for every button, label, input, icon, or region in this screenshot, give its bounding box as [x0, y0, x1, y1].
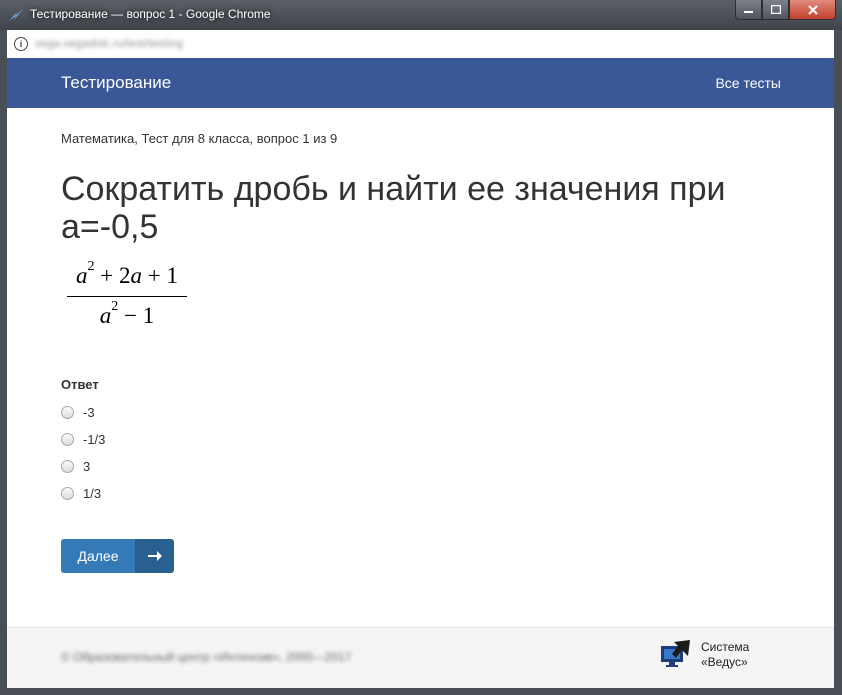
url-text[interactable]: vega.vegadisk.ru/test/testing — [35, 38, 183, 50]
answer-option[interactable]: -3 — [61, 403, 95, 421]
close-button[interactable] — [789, 0, 836, 20]
app-icon — [9, 9, 23, 21]
fraction-denominator: a2 − 1 — [99, 299, 155, 328]
maximize-button[interactable] — [762, 0, 789, 20]
breadcrumb: Математика, Тест для 8 класса, вопрос 1 … — [61, 131, 338, 146]
option-label: 1/3 — [83, 485, 102, 501]
option-label: -1/3 — [83, 431, 106, 447]
answer-label: Ответ — [61, 377, 99, 392]
arrow-right-icon — [135, 539, 174, 573]
address-bar[interactable]: i vega.vegadisk.ru/test/testing — [7, 30, 834, 59]
logo-line-2: «Ведус» — [701, 655, 748, 669]
radio-button[interactable] — [61, 486, 74, 500]
minimize-icon — [744, 11, 753, 13]
fraction-bar — [67, 296, 187, 297]
option-label: -3 — [83, 404, 95, 420]
close-icon — [807, 4, 818, 15]
fraction-numerator: a2 + 2a + 1 — [76, 259, 178, 288]
answer-option[interactable]: -1/3 — [61, 430, 105, 448]
radio-button[interactable] — [61, 459, 74, 473]
window-controls — [735, 0, 836, 20]
info-icon[interactable]: i — [14, 37, 28, 51]
option-label: 3 — [83, 458, 91, 474]
fraction-formula: a2 + 2a + 1 a2 − 1 — [65, 259, 189, 333]
footer: © Образовательный центр «Интенсив», 2000… — [7, 627, 834, 688]
copyright-text: © Образовательный центр «Интенсив», 2000… — [61, 650, 352, 664]
minimize-button[interactable] — [735, 0, 762, 20]
window-bottom-border — [0, 688, 842, 695]
question-title: Сократить дробь и найти ее значения при … — [61, 170, 726, 246]
answer-option[interactable]: 1/3 — [61, 484, 101, 502]
brand-link[interactable]: Тестирование — [61, 73, 171, 93]
window-title: Тестирование — вопрос 1 - Google Chrome — [30, 7, 271, 21]
page-content: Тестирование Все тесты Математика, Тест … — [7, 58, 834, 688]
next-button-label: Далее — [61, 539, 135, 573]
next-button[interactable]: Далее — [61, 539, 174, 573]
vedus-logo-icon — [661, 640, 690, 667]
answer-option[interactable]: 3 — [61, 457, 90, 475]
browser-window: Тестирование — вопрос 1 - Google Chrome … — [0, 0, 842, 695]
logo-line-1: Система — [701, 640, 750, 654]
navbar: Тестирование Все тесты — [7, 58, 834, 108]
title-bar: Тестирование — вопрос 1 - Google Chrome — [0, 0, 842, 30]
radio-button[interactable] — [61, 432, 74, 446]
maximize-icon — [770, 5, 781, 14]
logo-text: Система «Ведус» — [701, 640, 749, 670]
all-tests-link[interactable]: Все тесты — [715, 75, 781, 91]
radio-button[interactable] — [61, 405, 74, 419]
